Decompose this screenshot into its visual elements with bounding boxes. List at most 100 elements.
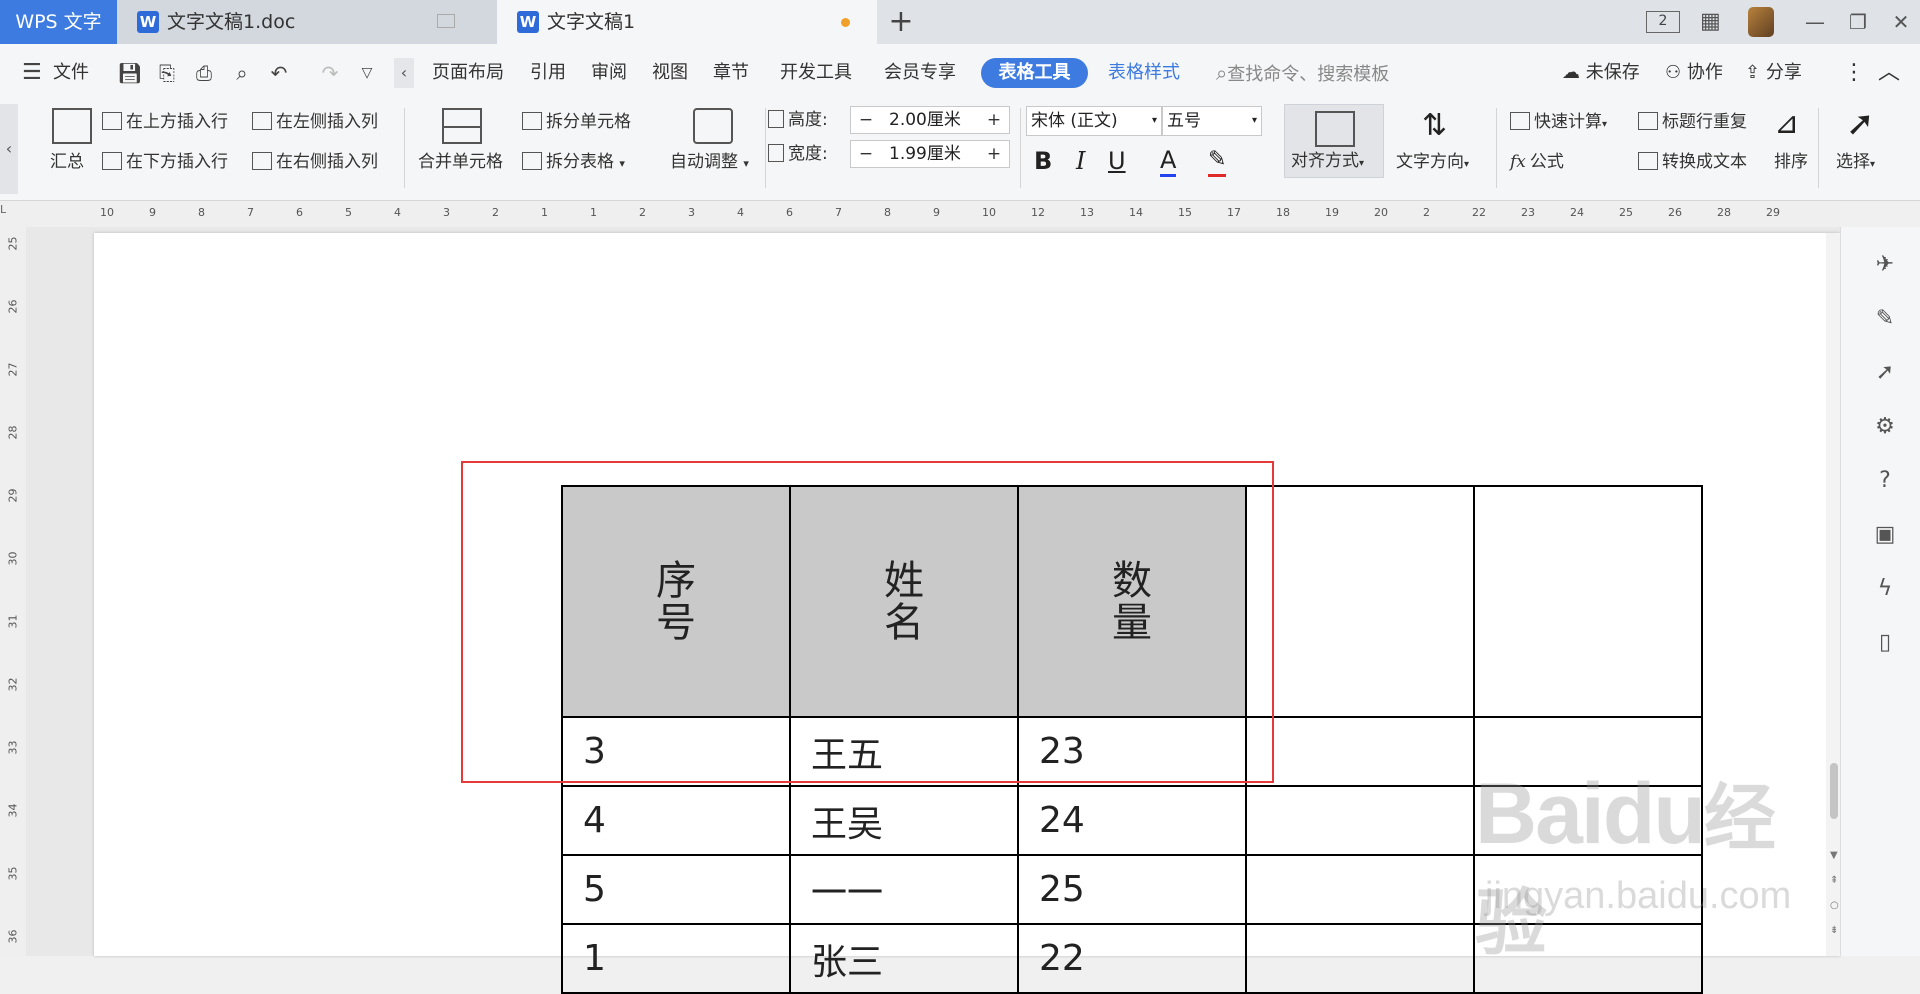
rocket-icon[interactable]: ✈ [1872, 252, 1898, 278]
export-pdf-icon[interactable]: ⎘ [153, 58, 181, 88]
table-cell[interactable]: 1 [561, 923, 791, 994]
table-cell[interactable]: 22 [1017, 923, 1247, 994]
menu-developer[interactable]: 开发工具 [780, 56, 852, 90]
menu-page-layout[interactable]: 页面布局 [432, 56, 504, 90]
menu-chapter[interactable]: 章节 [713, 56, 749, 90]
increase-height-button[interactable]: + [979, 107, 1009, 133]
apps-grid-icon[interactable]: ▦ [1700, 10, 1724, 34]
more-options-icon[interactable]: ⋮ [1843, 56, 1865, 90]
undo-icon[interactable]: ↶ [265, 58, 293, 88]
align-button[interactable]: 对齐方式▾ [1284, 104, 1384, 178]
table-cell[interactable] [1245, 485, 1475, 718]
table-cell[interactable] [1245, 854, 1475, 925]
table-cell[interactable]: 25 [1017, 854, 1247, 925]
table-cell[interactable] [1245, 923, 1475, 994]
scrollbar-thumb[interactable] [1830, 763, 1838, 819]
table-cell[interactable] [1473, 485, 1703, 718]
share-button[interactable]: ⇪ 分享 [1745, 56, 1802, 90]
vertical-scrollbar[interactable] [1826, 233, 1840, 956]
print-preview-icon[interactable]: ⌕ [228, 58, 256, 88]
insert-row-above-button[interactable]: 在上方插入行 [102, 110, 228, 134]
decrease-width-button[interactable]: − [851, 141, 881, 167]
col-width-value[interactable]: 1.99厘米 [889, 141, 961, 167]
scroll-down-icon[interactable]: ▼ [1830, 850, 1838, 861]
table-cell[interactable] [1245, 716, 1475, 787]
search-input[interactable]: ⌕查找命令、搜索模板 [1216, 56, 1389, 92]
split-table-button[interactable]: 拆分表格 ▾ [522, 150, 625, 176]
menu-member[interactable]: 会员专享 [884, 56, 956, 90]
repeat-header-button[interactable]: 标题行重复 [1638, 110, 1747, 134]
new-tab-button[interactable]: + [888, 4, 914, 40]
hamburger-icon[interactable]: ☰ [22, 58, 42, 88]
increase-width-button[interactable]: + [979, 141, 1009, 167]
document-tab-2[interactable]: W 文字文稿1 [497, 0, 877, 44]
summary-button[interactable]: 汇总 [50, 150, 84, 174]
table-cell[interactable] [1245, 785, 1475, 856]
restore-icon[interactable]: ❐ [1843, 8, 1873, 36]
table-cell[interactable]: 4 [561, 785, 791, 856]
font-color-button[interactable]: A [1160, 146, 1177, 177]
vertical-ruler[interactable]: 25 26 27 28 29 30 31 32 33 34 35 36 [0, 227, 26, 956]
collapse-ribbon-icon[interactable]: ︿ [1878, 56, 1900, 90]
pen-icon[interactable]: ✎ [1872, 306, 1898, 332]
collaborate-button[interactable]: ⚇ 协作 [1665, 56, 1723, 90]
italic-button[interactable]: I [1076, 146, 1085, 176]
merge-cells-button[interactable]: 合并单元格 [418, 150, 503, 174]
tab-table-style[interactable]: 表格样式 [1108, 56, 1180, 90]
save-icon[interactable]: 💾︎ [116, 58, 144, 88]
bold-button[interactable]: B [1034, 146, 1052, 176]
table-cell[interactable]: 一一 [789, 854, 1019, 925]
reader-icon[interactable]: ▯ [1872, 630, 1898, 656]
lightning-icon[interactable]: ϟ [1872, 576, 1898, 602]
sliders-icon[interactable]: ⚙ [1872, 414, 1898, 440]
row-height-stepper[interactable]: − 2.00厘米 + [850, 106, 1010, 134]
insert-row-below-button[interactable]: 在下方插入行 [102, 150, 228, 174]
redo-icon[interactable]: ↷ [316, 58, 344, 88]
prev-page-icon[interactable]: ⇞ [1830, 875, 1838, 886]
insert-col-right-button[interactable]: 在右侧插入列 [252, 150, 378, 174]
row-height-value[interactable]: 2.00厘米 [889, 107, 961, 133]
browse-object-icon[interactable]: ○ [1830, 900, 1839, 911]
page-layout-icon[interactable]: 2 [1646, 11, 1680, 33]
table-cell[interactable]: 王吴 [789, 785, 1019, 856]
document-tab-1[interactable]: W 文字文稿1.doc [117, 0, 497, 44]
menu-view[interactable]: 视图 [652, 56, 688, 90]
sort-button[interactable]: 排序 [1774, 150, 1808, 174]
decrease-height-button[interactable]: − [851, 107, 881, 133]
help-icon[interactable]: ? [1872, 468, 1898, 494]
insert-col-left-button[interactable]: 在左侧插入列 [252, 110, 378, 134]
ribbon-scroll-left-icon[interactable]: ‹ [0, 104, 18, 194]
scroll-tabs-left-icon[interactable]: ‹ [394, 58, 414, 88]
next-page-icon[interactable]: ⇟ [1830, 925, 1838, 936]
tab-table-tools[interactable]: 表格工具 [981, 58, 1088, 88]
formula-button[interactable]: fx 公式 [1510, 150, 1564, 174]
select-button[interactable]: 选择▾ [1836, 150, 1875, 177]
col-width-stepper[interactable]: − 1.99厘米 + [850, 140, 1010, 168]
highlight-color-icon[interactable]: ✎ [1208, 146, 1227, 177]
menu-review[interactable]: 审阅 [591, 56, 627, 90]
split-cells-button[interactable]: 拆分单元格 [522, 110, 631, 134]
file-menu[interactable]: 文件 [53, 56, 89, 90]
text-direction-button[interactable]: 文字方向▾ [1396, 150, 1469, 177]
customize-quick-access-icon[interactable]: ▽ [353, 58, 381, 88]
auto-fit-button[interactable]: 自动调整 ▾ [670, 150, 749, 176]
image-tools-icon[interactable]: ▣ [1872, 522, 1898, 548]
menu-references[interactable]: 引用 [530, 56, 566, 90]
minimize-icon[interactable]: — [1800, 8, 1830, 36]
chevron-down-icon: ▾ [1251, 115, 1257, 126]
convert-to-text-button[interactable]: 转换成文本 [1638, 150, 1747, 174]
font-name-select[interactable]: 宋体 (正文) ▾ [1026, 106, 1162, 136]
pointer-icon[interactable]: ➚ [1872, 360, 1898, 386]
table-cell[interactable]: 5 [561, 854, 791, 925]
underline-button[interactable]: U [1108, 146, 1126, 176]
close-icon[interactable]: ✕ [1886, 8, 1916, 36]
app-tab[interactable]: WPS 文字 [0, 0, 117, 44]
table-cell[interactable]: 张三 [789, 923, 1019, 994]
font-size-select[interactable]: 五号 ▾ [1162, 106, 1262, 136]
table-cell[interactable]: 24 [1017, 785, 1247, 856]
quick-calc-button[interactable]: 快速计算▾ [1510, 110, 1607, 137]
avatar[interactable] [1748, 7, 1774, 37]
horizontal-ruler[interactable]: ᒪ 10 9 8 7 6 5 4 3 2 1 1 2 3 4 6 7 8 9 10 12 13 14 15 17 18 19 20 2… [0, 201, 1840, 227]
unsaved-button[interactable]: ☁ 未保存 [1562, 56, 1640, 90]
print-icon[interactable]: ⎙ [190, 58, 218, 88]
